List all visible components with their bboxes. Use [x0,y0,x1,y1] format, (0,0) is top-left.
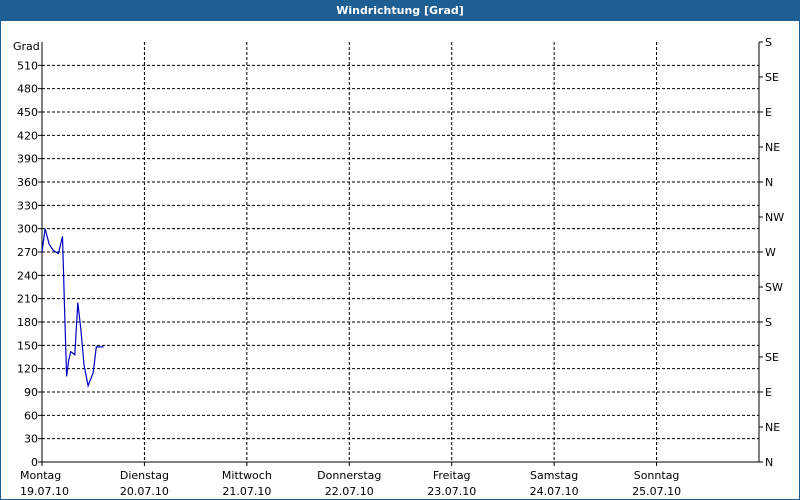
y-tick-label: 360 [17,176,38,189]
wind-direction-chart: Grad 0 30 60 90 120 150 180 210 240 270 300 330 360 3… [13,36,784,498]
compass-tick-label: S [765,36,772,49]
y-tick-label: 330 [17,199,38,212]
compass-tick-label: E [765,386,772,399]
compass-tick-labels: N NE E SE S SW W NW N NE E SE S [765,36,784,469]
y-tick-label: 480 [17,83,38,96]
x-tick-day: Samstag [530,469,578,482]
y-axis-label: Grad [13,40,40,53]
y-tick-label: 120 [17,363,38,376]
compass-tick-label: NW [765,211,784,224]
y-tick-label: 240 [17,269,38,282]
compass-tick-label: W [765,246,776,259]
y-tick-label: 300 [17,223,38,236]
x-tick-date: 19.07.10 [20,485,69,498]
compass-tick-label: N [765,176,773,189]
y-tick-label: 420 [17,129,38,142]
compass-tick-label: S [765,316,772,329]
compass-tick-label: SE [765,71,779,84]
x-tick-date: 22.07.10 [325,485,374,498]
compass-tick-label: NE [765,141,780,154]
y-tick-label: 30 [24,433,38,446]
y-tick-label: 150 [17,339,38,352]
y-tick-label: 180 [17,316,38,329]
x-tick-date: 25.07.10 [632,485,681,498]
x-tick-day: Dienstag [120,469,169,482]
chart-window: Windrichtung [Grad] Grad 0 30 60 90 120 150 18… [0,0,800,500]
y-tick-label: 450 [17,106,38,119]
x-tick-date: 21.07.10 [222,485,271,498]
y-tick-labels: 0 30 60 90 120 150 180 210 240 270 300 330 360 390 420… [17,59,38,469]
x-tick-day: Donnerstag [317,469,381,482]
y-tick-label: 0 [31,456,38,469]
compass-tick-label: SE [765,351,779,364]
grid-lines [42,42,759,462]
compass-tick-label: NE [765,421,780,434]
y-tick-label: 210 [17,293,38,306]
compass-tick-label: E [765,106,772,119]
x-tick-date: 23.07.10 [427,485,476,498]
axes [38,41,763,466]
x-tick-day: Freitag [433,469,471,482]
compass-tick-label: N [765,456,773,469]
y-tick-label: 270 [17,246,38,259]
y-tick-label: 510 [17,59,38,72]
x-tick-date: 24.07.10 [530,485,579,498]
y-tick-label: 60 [24,409,38,422]
x-tick-date: 20.07.10 [120,485,169,498]
compass-tick-label: SW [765,281,783,294]
x-tick-day: Sonntag [634,469,680,482]
x-tick-day: Mittwoch [222,469,272,482]
x-tick-labels: Montag 19.07.10 Dienstag 20.07.10 Mittwoch 21… [20,469,681,498]
y-tick-label: 90 [24,386,38,399]
x-tick-day: Montag [20,469,61,482]
y-tick-label: 390 [17,153,38,166]
